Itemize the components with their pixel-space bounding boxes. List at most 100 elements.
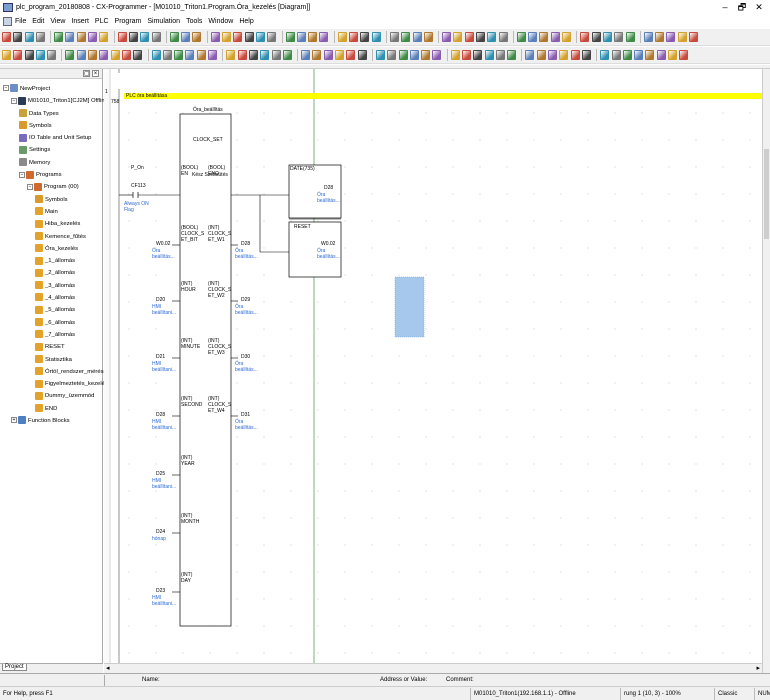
toolbar-button-icon[interactable]	[401, 32, 411, 42]
toolbar-button-icon[interactable]	[475, 32, 485, 42]
toolbar-button-icon[interactable]	[450, 50, 460, 60]
toolbar-button-icon[interactable]	[185, 50, 195, 60]
tree-item-18[interactable]: _5_állomás	[0, 304, 103, 316]
tree-item-22[interactable]: Statisztika	[0, 354, 103, 366]
toolbar-button-icon[interactable]	[260, 50, 270, 60]
toolbar-button-icon[interactable]	[689, 32, 699, 42]
tree-item-6[interactable]: Memory	[0, 157, 103, 169]
scroll-left-icon[interactable]: ◂	[106, 664, 110, 672]
tree-item-12[interactable]: Kemence_fűtés	[0, 231, 103, 243]
toolbar-button-icon[interactable]	[13, 32, 23, 42]
toolbar-button-icon[interactable]	[562, 32, 572, 42]
toolbar-button-icon[interactable]	[409, 50, 419, 60]
toolbar-button-icon[interactable]	[559, 50, 569, 60]
toolbar-button-icon[interactable]	[169, 32, 179, 42]
toolbar-button-icon[interactable]	[655, 32, 665, 42]
menu-simulation[interactable]: Simulation	[147, 18, 180, 25]
toolbar-button-icon[interactable]	[622, 50, 632, 60]
toolbar-button-icon[interactable]	[54, 32, 64, 42]
toolbar-button-icon[interactable]	[308, 32, 318, 42]
scroll-right-icon[interactable]: ▸	[756, 664, 760, 672]
tree-item-10[interactable]: Main	[0, 206, 103, 218]
toolbar-button-icon[interactable]	[349, 32, 359, 42]
horizontal-scrollbar[interactable]: ◂ ▸	[104, 663, 762, 673]
toolbar-button-icon[interactable]	[412, 32, 422, 42]
tree-item-4[interactable]: IO Table and Unit Setup	[0, 132, 103, 144]
toolbar-button-icon[interactable]	[319, 32, 329, 42]
menu-view[interactable]: View	[50, 18, 65, 25]
menu-tools[interactable]: Tools	[186, 18, 202, 25]
toolbar-button-icon[interactable]	[244, 32, 254, 42]
toolbar-button-icon[interactable]	[581, 50, 591, 60]
toolbar-button-icon[interactable]	[88, 50, 98, 60]
tree-item-24[interactable]: Figyelmeztetés_kezelés	[0, 378, 108, 390]
toolbar-button-icon[interactable]	[611, 50, 621, 60]
tree-item-3[interactable]: Symbols	[0, 120, 103, 132]
toolbar-button-icon[interactable]	[88, 32, 98, 42]
toolbar-button-icon[interactable]	[464, 32, 474, 42]
toolbar-button-icon[interactable]	[76, 32, 86, 42]
toolbar-button-icon[interactable]	[151, 32, 161, 42]
toolbar-button-icon[interactable]	[35, 32, 45, 42]
toolbar-button-icon[interactable]	[570, 50, 580, 60]
toolbar-button-icon[interactable]	[76, 50, 86, 60]
toolbar-button-icon[interactable]	[389, 32, 399, 42]
toolbar-button-icon[interactable]	[174, 50, 184, 60]
toolbar-button-icon[interactable]	[282, 50, 292, 60]
vertical-scrollbar[interactable]	[762, 69, 770, 673]
toolbar-button-icon[interactable]	[312, 50, 322, 60]
tree-item-20[interactable]: _7_állomás	[0, 329, 103, 341]
tree-item-1[interactable]: − M01010_Triton1[CJ2M] Offline	[0, 95, 108, 107]
tree-expander-icon[interactable]: −	[3, 85, 9, 92]
tree-item-14[interactable]: _1_állomás	[0, 255, 103, 267]
tree-item-13[interactable]: Óra_kezelés	[0, 243, 103, 255]
toolbar-button-icon[interactable]	[248, 50, 258, 60]
toolbar-button-icon[interactable]	[516, 32, 526, 42]
toolbar-button-icon[interactable]	[13, 50, 23, 60]
menu-program[interactable]: Program	[115, 18, 142, 25]
toolbar-button-icon[interactable]	[24, 32, 34, 42]
toolbar-button-icon[interactable]	[128, 32, 138, 42]
toolbar-button-icon[interactable]	[371, 32, 381, 42]
toolbar-button-icon[interactable]	[614, 32, 624, 42]
toolbar-button-icon[interactable]	[323, 50, 333, 60]
toolbar-button-icon[interactable]	[301, 50, 311, 60]
toolbar-button-icon[interactable]	[237, 50, 247, 60]
tree-expander-icon[interactable]: −	[27, 183, 33, 190]
close-button[interactable]: ✕	[748, 0, 770, 14]
toolbar-button-icon[interactable]	[296, 32, 306, 42]
toolbar-button-icon[interactable]	[65, 32, 75, 42]
tree-item-17[interactable]: _4_állomás	[0, 292, 103, 304]
tree-item-27[interactable]: + Function Blocks	[0, 415, 103, 427]
tree-expander-icon[interactable]: −	[11, 97, 17, 104]
toolbar-button-icon[interactable]	[210, 32, 220, 42]
toolbar-button-icon[interactable]	[121, 50, 131, 60]
toolbar-button-icon[interactable]	[208, 50, 218, 60]
menu-insert[interactable]: Insert	[71, 18, 89, 25]
toolbar-button-icon[interactable]	[453, 32, 463, 42]
toolbar-button-icon[interactable]	[528, 32, 538, 42]
tree-expander-icon[interactable]: +	[11, 417, 17, 424]
toolbar-button-icon[interactable]	[677, 32, 687, 42]
toolbar-button-icon[interactable]	[539, 32, 549, 42]
toolbar-button-icon[interactable]	[267, 32, 277, 42]
tree-item-19[interactable]: _6_állomás	[0, 317, 103, 329]
menu-file[interactable]: File	[15, 18, 26, 25]
toolbar-button-icon[interactable]	[360, 32, 370, 42]
toolbar-button-icon[interactable]	[495, 50, 505, 60]
tree-item-2[interactable]: Data Types	[0, 108, 103, 120]
toolbar-button-icon[interactable]	[2, 32, 11, 42]
tree-item-9[interactable]: Symbols	[0, 194, 103, 206]
panel-pin-button[interactable]: ▢	[83, 70, 90, 77]
project-tab[interactable]: Project	[2, 664, 27, 671]
tree-item-11[interactable]: Hiba_kezelés	[0, 218, 103, 230]
toolbar-button-icon[interactable]	[99, 50, 109, 60]
toolbar-button-icon[interactable]	[226, 50, 236, 60]
toolbar-button-icon[interactable]	[337, 32, 347, 42]
toolbar-button-icon[interactable]	[432, 50, 442, 60]
toolbar-button-icon[interactable]	[666, 32, 676, 42]
toolbar-button-icon[interactable]	[442, 32, 452, 42]
toolbar-button-icon[interactable]	[285, 32, 295, 42]
ladder-diagram[interactable]: 1 758 PLC óra beállítása Óra_beállítás C…	[104, 69, 762, 663]
toolbar-button-icon[interactable]	[192, 32, 202, 42]
